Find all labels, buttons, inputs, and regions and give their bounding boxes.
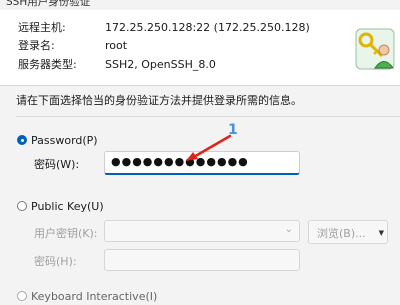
login-name-label: 登录名:	[18, 39, 55, 52]
dropdown-arrow-icon: ▼	[378, 229, 384, 237]
radio-checked-icon	[17, 135, 27, 145]
remote-host-value: 172.25.250.128:22 (172.25.250.128)	[105, 21, 310, 34]
password-radio[interactable]: Password(P)	[17, 133, 98, 149]
user-key-label: 用户密钥(K):	[34, 227, 98, 240]
password-field-label: 密码(W):	[34, 158, 80, 171]
public-key-radio[interactable]: Public Key(U)	[17, 199, 104, 215]
server-type-value: SSH2, OpenSSH_8.0	[105, 58, 216, 71]
divider	[16, 116, 400, 117]
login-name-value: root	[105, 39, 128, 52]
connection-info-panel: 远程主机: 172.25.250.128:22 (172.25.250.128)…	[0, 10, 400, 86]
instruction-text: 请在下面选择恰当的身份验证方法并提供登录所需的信息。	[16, 94, 302, 107]
chevron-down-icon: ⌄	[284, 224, 293, 235]
keyboard-interactive-label: Keyboard Interactive(I)	[31, 290, 158, 303]
keys-and-user-icon	[355, 28, 395, 70]
close-button[interactable]	[362, 0, 400, 10]
passphrase-label: 密码(H):	[34, 255, 77, 268]
password-radio-label: Password(P)	[31, 134, 98, 147]
title-bar: SSH用户身份验证	[0, 0, 400, 10]
public-key-radio-label: Public Key(U)	[31, 200, 104, 213]
remote-host-label: 远程主机:	[18, 21, 66, 34]
browse-button-label: 浏览(B)...	[317, 227, 366, 240]
window-title: SSH用户身份验证	[6, 0, 91, 8]
radio-unchecked-icon	[17, 201, 27, 211]
server-type-label: 服务器类型:	[18, 58, 77, 71]
passphrase-input[interactable]	[104, 249, 300, 271]
browse-button[interactable]: 浏览(B)... ▼	[308, 220, 388, 244]
user-key-select[interactable]: ⌄	[104, 220, 300, 242]
annotation-arrow-icon	[186, 134, 232, 161]
keyboard-interactive-radio[interactable]: Keyboard Interactive(I)	[17, 289, 157, 305]
